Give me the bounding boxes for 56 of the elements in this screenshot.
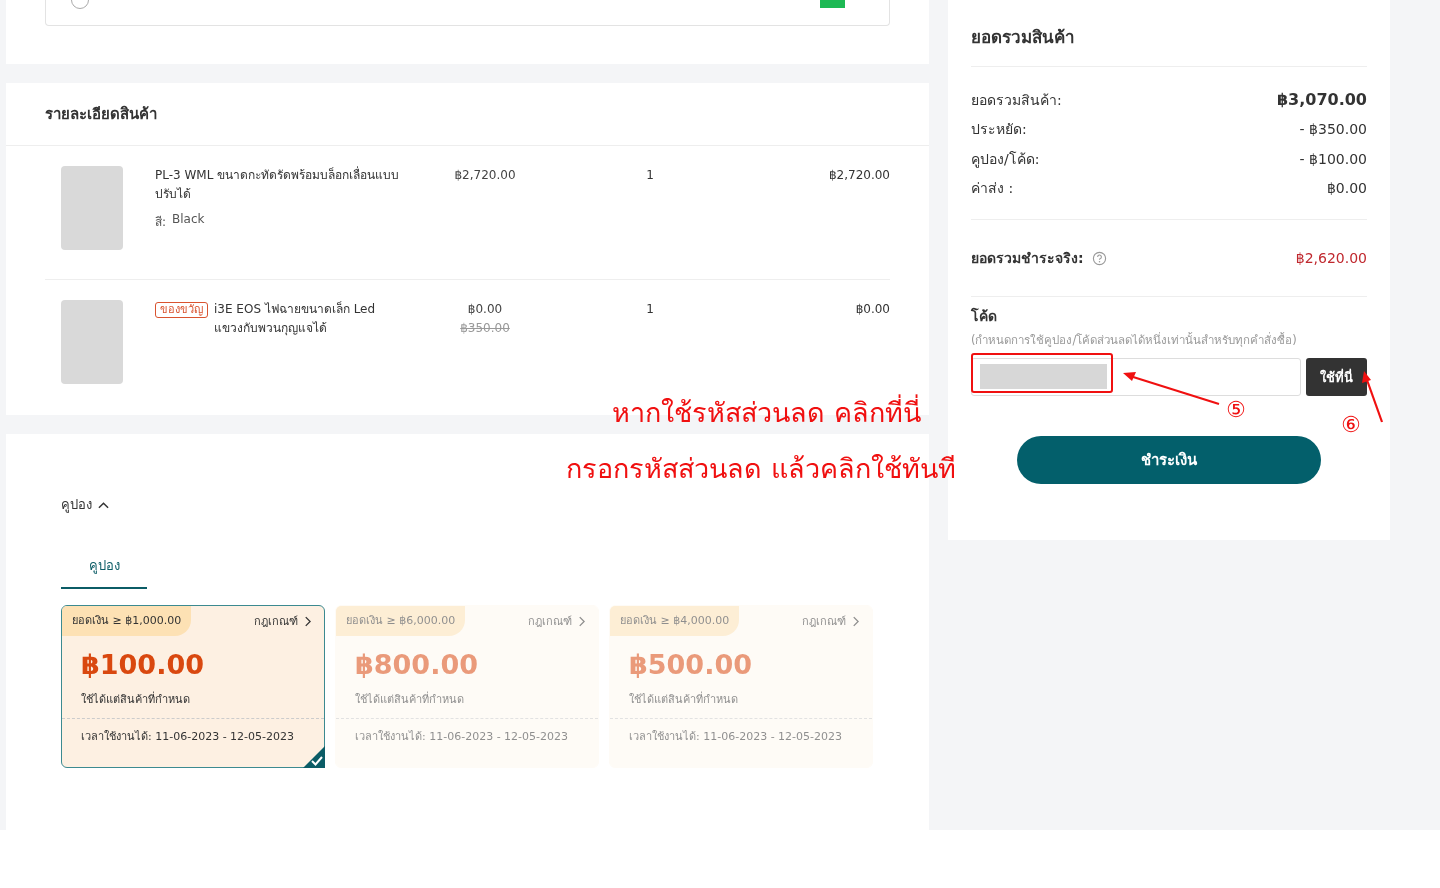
coupon-validity: เวลาใช้งานได้: 11-06-2023 - 12-05-2023 [62,718,324,745]
summary-label: ค่าส่ง : [971,179,1014,199]
grand-total-label: ยอดรวมชำระจริง: [971,249,1084,268]
section-title: รายละเอียดสินค้า [6,83,929,146]
summary-title: ยอดรวมสินค้า [971,0,1367,67]
help-icon[interactable] [1091,250,1107,266]
coupon-toggle[interactable]: คูปอง [61,494,109,515]
coupon-condition: ยอดเงิน ≥ ฿4,000.00 [610,606,740,636]
coupon-card[interactable]: ยอดเงิน ≥ ฿1,000.00 กฎเกณฑ์ ฿100.00 ใช้ได้แต่สินค้าที่กำหนด เวลาใช้งานได้: 11-06-2023 - 12-05-2023 [61,605,325,768]
summary-value: - ฿350.00 [1299,121,1367,138]
annotation-text: หากใช้รหัสส่วนลด คลิกที่นี่ [612,396,921,430]
coupon-condition: ยอดเงิน ≥ ฿6,000.00 [336,606,466,636]
coupon-validity: เวลาใช้งานได้: 11-06-2023 - 12-05-2023 [336,718,598,745]
coupon-condition: ยอดเงิน ≥ ฿1,000.00 [62,606,192,636]
chevron-right-icon [304,615,311,627]
code-hint: (กำหนดการใช้คูปอง/โค้ดส่วนลดได้หนึ่งเท่านั้นสำหรับทุกคำสั่งซื้อ) [971,331,1298,349]
coupon-validity: เวลาใช้งานได้: 11-06-2023 - 12-05-2023 [610,718,872,745]
apply-button[interactable]: ใช้ที่นี่ [1306,358,1367,396]
variant-value: Black [172,212,205,228]
rules-link[interactable]: กฎเกณฑ์ [254,612,298,630]
chevron-right-icon [852,615,859,627]
selected-check-icon [303,746,325,768]
step-marker: ⑥ [1341,413,1361,437]
coupon-scope: ใช้ได้แต่สินค้าที่กำหนด [629,690,739,708]
original-price: ฿350.00 [460,320,510,337]
code-title: โค้ด [971,306,998,326]
code-input-field[interactable] [971,358,1301,396]
coupon-amount: ฿500.00 [629,649,753,680]
coupon-amount: ฿100.00 [81,649,205,680]
product-name: PL-3 WML ขนาดกะทัดรัดพร้อมบล็อกเลื่อนแบบปรับได้ [155,166,401,203]
unit-price: ฿0.00 [467,301,503,318]
payment-logo-icon [820,0,845,8]
chevron-right-icon [578,615,585,627]
line-total: ฿0.00 [855,302,890,316]
coupon-scope: ใช้ได้แต่สินค้าที่กำหนด [355,690,465,708]
line-total: ฿2,720.00 [828,168,890,182]
product-name: i3E EOS ไฟฉายขนาดเล็ก Led แขวงกับพวนกุญแจได้ [214,300,377,338]
coupon-tab[interactable]: คูปอง [61,553,147,589]
summary-value: ฿0.00 [1326,180,1367,197]
summary-value: - ฿100.00 [1299,150,1367,167]
arrow [1362,370,1384,424]
variant-label: สี: [155,214,167,231]
pay-button[interactable]: ชำระเงิน [1017,436,1321,484]
step-marker: ⑤ [1226,398,1246,422]
gift-tag: ของขวัญ [155,302,208,318]
summary-label: คูปอง/โค้ด: [971,149,1040,170]
summary-label: ประหยัด: [971,120,1027,140]
quantity: 1 [646,168,654,182]
grand-total-value: ฿2,620.00 [1295,250,1367,266]
annotation-text: กรอกรหัสส่วนลด แล้วคลิกใช้ทันที [566,452,956,486]
unit-price: ฿2,720.00 [454,167,516,184]
quantity: 1 [646,302,654,316]
summary-label: ยอดรวมสินค้า: [971,90,1062,110]
summary-value: ฿3,070.00 [1276,90,1367,110]
coupon-scope: ใช้ได้แต่สินค้าที่กำหนด [81,690,191,708]
coupon-amount: ฿800.00 [355,649,479,680]
